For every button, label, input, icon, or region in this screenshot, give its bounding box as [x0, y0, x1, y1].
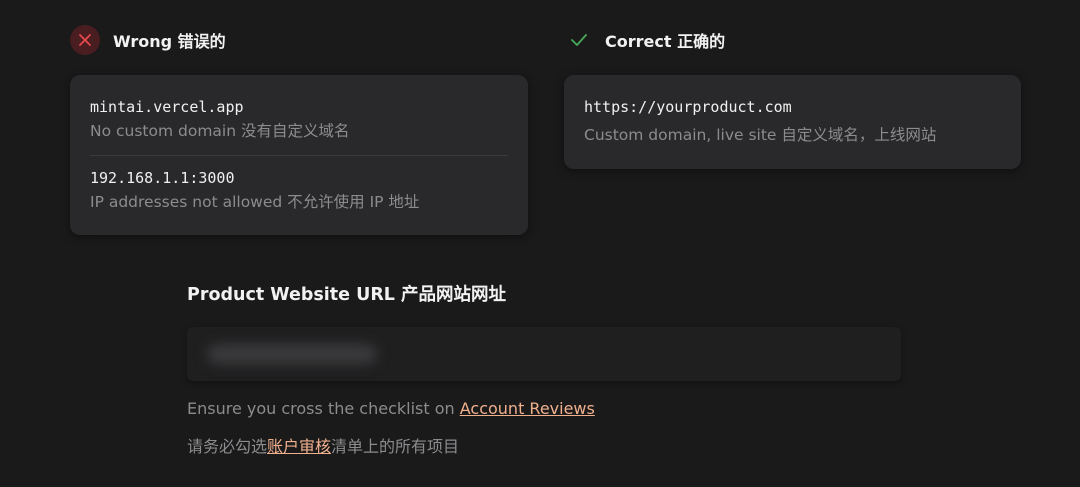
help-text-en: Ensure you cross the checklist on Accoun…	[187, 399, 595, 418]
example-url: https://yourproduct.com	[584, 98, 792, 116]
wrong-header: Wrong 错误的	[70, 25, 226, 55]
correct-title: Correct 正确的	[605, 32, 726, 51]
divider	[90, 155, 508, 156]
correct-header: Correct 正确的	[564, 25, 725, 55]
correct-example: https://yourproduct.com Custom domain, l…	[584, 97, 1001, 146]
account-reviews-link[interactable]: Account Reviews	[460, 399, 595, 418]
example-url: mintai.vercel.app	[90, 98, 244, 116]
field-label: Product Website URL 产品网站网址	[187, 285, 507, 305]
correct-examples-card: https://yourproduct.com Custom domain, l…	[564, 75, 1021, 169]
example-note: IP addresses not allowed 不允许使用 IP 地址	[90, 193, 420, 211]
example-url: 192.168.1.1:3000	[90, 169, 235, 187]
help-text: Ensure you cross the checklist on	[187, 399, 460, 418]
close-icon	[70, 25, 100, 55]
wrong-title: Wrong 错误的	[113, 32, 226, 51]
help-text-zh: 请务必勾选账户审核清单上的所有项目	[187, 433, 459, 457]
account-reviews-link-zh[interactable]: 账户审核	[267, 437, 331, 456]
blurred-input-value	[207, 344, 377, 364]
wrong-example: mintai.vercel.app No custom domain 没有自定义…	[90, 97, 508, 142]
wrong-examples-card: mintai.vercel.app No custom domain 没有自定义…	[70, 75, 528, 235]
help-text: 清单上的所有项目	[331, 437, 460, 456]
wrong-example: 192.168.1.1:3000 IP addresses not allowe…	[90, 168, 508, 213]
product-url-input[interactable]	[187, 327, 901, 381]
help-text: 请务必勾选	[187, 437, 268, 456]
example-note: Custom domain, live site 自定义域名，上线网站	[584, 126, 937, 144]
check-icon	[564, 25, 594, 55]
example-note: No custom domain 没有自定义域名	[90, 122, 350, 140]
page: Wrong 错误的 Correct 正确的 mintai.vercel.app …	[0, 0, 1080, 487]
